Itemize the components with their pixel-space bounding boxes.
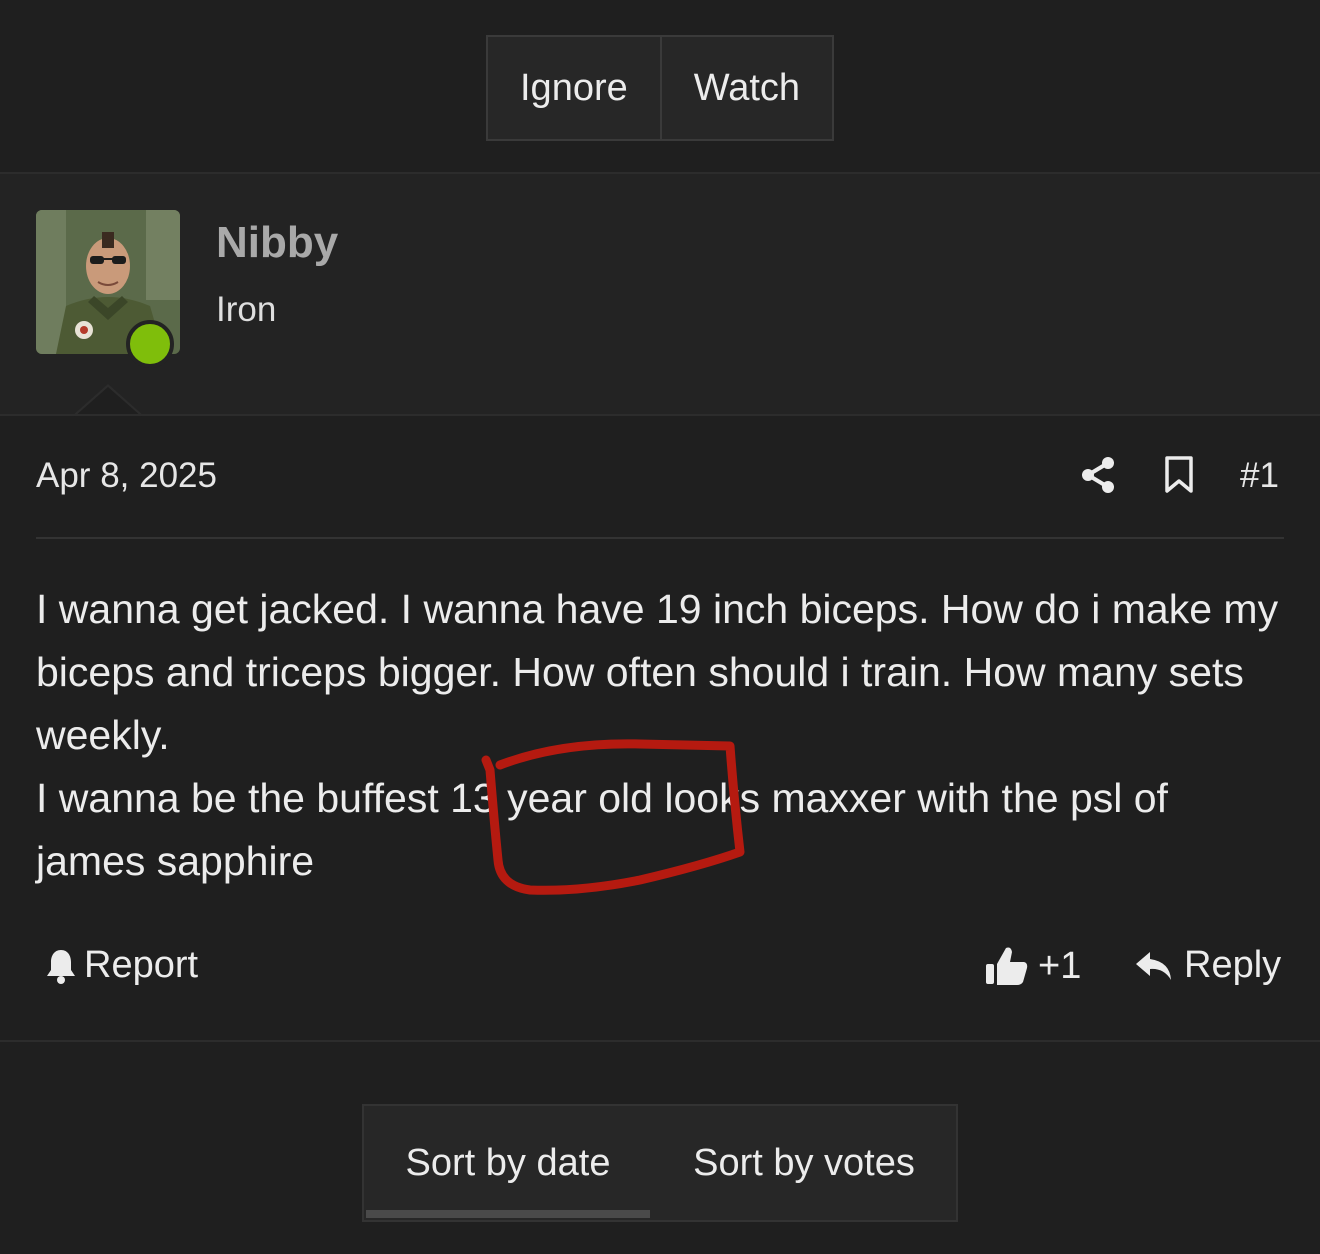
bookmark-icon[interactable]	[1164, 456, 1194, 494]
watch-button[interactable]: Watch	[659, 37, 832, 139]
divider	[36, 537, 1284, 539]
reply-label: Reply	[1184, 944, 1282, 986]
post-number[interactable]: #1	[1240, 456, 1279, 496]
like-count: +1	[1038, 944, 1082, 987]
thread-page: Ignore Watch Nibby Iron Apr 8, 2025 #1 I…	[0, 0, 1320, 1254]
divider	[0, 1040, 1320, 1042]
online-status-indicator	[126, 320, 174, 368]
reply-arrow-icon	[1136, 951, 1171, 980]
sort-by-date-tab[interactable]: Sort by date	[364, 1106, 652, 1220]
divider	[0, 414, 1320, 416]
ignore-button[interactable]: Ignore	[488, 37, 660, 139]
user-header	[0, 174, 1320, 414]
reply-button[interactable]: Reply	[1134, 944, 1281, 987]
sort-tabs: Sort by date Sort by votes	[362, 1104, 958, 1222]
post-date[interactable]: Apr 8, 2025	[36, 456, 217, 496]
report-label: Report	[84, 944, 199, 986]
user-title: Iron	[216, 290, 277, 329]
like-button[interactable]: +1	[984, 944, 1081, 988]
share-icon[interactable]	[1080, 456, 1116, 494]
post-paragraph: I wanna get jacked. I wanna have 19 inch…	[36, 586, 1279, 758]
post-paragraph: I wanna be the buffest 13 year old looks…	[36, 775, 1168, 884]
thumbs-up-icon	[986, 947, 1028, 985]
report-button[interactable]: Report	[44, 944, 198, 987]
username[interactable]: Nibby	[216, 218, 338, 268]
post-body: I wanna get jacked. I wanna have 19 inch…	[36, 578, 1286, 893]
thread-actions: Ignore Watch	[486, 35, 835, 141]
sort-by-votes-tab[interactable]: Sort by votes	[652, 1106, 956, 1220]
bell-icon	[47, 949, 75, 984]
